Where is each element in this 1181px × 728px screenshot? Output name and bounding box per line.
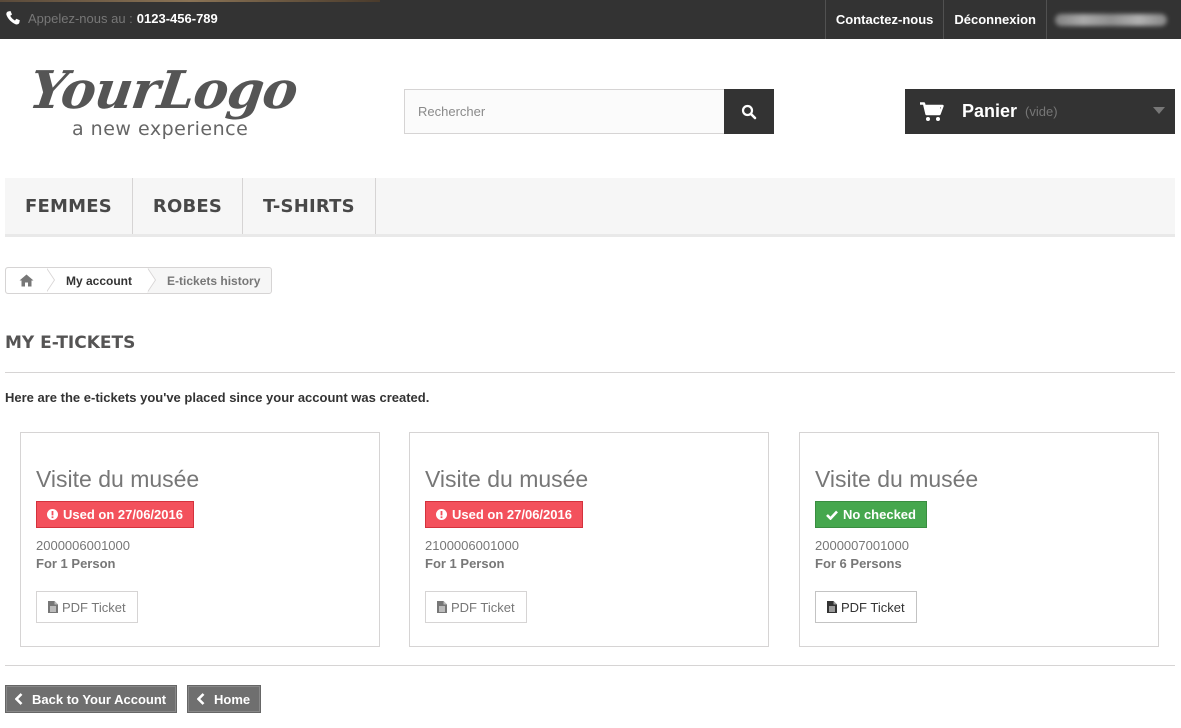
home-button[interactable]: Home <box>187 685 262 713</box>
cart-label: Panier <box>962 101 1018 121</box>
pdf-ticket-label: PDF Ticket <box>841 599 905 615</box>
logout-link[interactable]: Déconnexion <box>943 0 1046 39</box>
search-icon <box>741 104 757 119</box>
breadcrumb-current: E-tickets history <box>167 273 261 288</box>
check-icon <box>826 510 838 520</box>
phone-info: Appelez-nous au : 0123-456-789 <box>5 8 218 28</box>
search-input[interactable] <box>404 89 724 134</box>
status-badge: Used on 27/06/2016 <box>36 501 194 528</box>
status-badge: Used on 27/06/2016 <box>425 501 583 528</box>
contact-link[interactable]: Contactez-nous <box>824 0 944 39</box>
pdf-ticket-button[interactable]: PDF Ticket <box>36 591 138 623</box>
ticket-code: 2000007001000 <box>815 538 909 553</box>
chevron-left-icon <box>197 693 205 705</box>
home-label: Home <box>214 691 251 707</box>
divider <box>5 665 1175 666</box>
pdf-ticket-button[interactable]: PDF Ticket <box>425 591 527 623</box>
pdf-ticket-label: PDF Ticket <box>451 599 515 615</box>
status-badge: No checked <box>815 501 927 528</box>
breadcrumb-separator <box>147 268 156 292</box>
search-button[interactable] <box>724 89 774 134</box>
file-icon <box>437 601 447 613</box>
page-intro: Here are the e-tickets you've placed sin… <box>5 390 430 405</box>
top-bar: Appelez-nous au : 0123-456-789 Contactez… <box>0 0 1181 39</box>
status-text: No checked <box>843 507 916 522</box>
ticket-persons: For 1 Person <box>36 556 116 571</box>
breadcrumb: My account E-tickets history <box>5 267 273 294</box>
cart-button[interactable]: Panier (vide) <box>905 89 1175 134</box>
breadcrumb-account-label: My account <box>66 273 133 288</box>
menu-item-tshirts[interactable]: T-SHIRTS <box>243 178 376 234</box>
file-icon <box>48 601 58 613</box>
cart-status: (vide) <box>1025 104 1058 119</box>
ticket-persons: For 6 Persons <box>815 556 902 571</box>
chevron-left-icon <box>15 693 23 705</box>
alert-icon <box>47 509 58 520</box>
search-bar <box>404 89 774 134</box>
page-title: MY E-TICKETS <box>5 333 1175 373</box>
top-links: Contactez-nous Déconnexion <box>824 0 1181 39</box>
back-to-account-button[interactable]: Back to Your Account <box>5 685 178 713</box>
phone-number: 0123-456-789 <box>136 10 218 26</box>
site-logo[interactable]: YourLogo a new experience <box>26 60 320 146</box>
breadcrumb-home[interactable] <box>6 268 55 293</box>
back-to-account-label: Back to Your Account <box>32 691 167 707</box>
ticket-code: 2000006001000 <box>36 538 130 553</box>
user-account-link[interactable] <box>1046 0 1181 39</box>
logo-tagline: a new experience <box>72 118 249 140</box>
logo-main-text: YourLogo <box>25 60 302 121</box>
alert-icon <box>436 509 447 520</box>
pdf-ticket-label: PDF Ticket <box>62 599 126 615</box>
main-menu: FEMMES ROBES T-SHIRTS <box>5 178 1175 237</box>
home-icon <box>19 274 33 287</box>
ticket-title: Visite du musée <box>425 466 589 492</box>
phone-prefix: Appelez-nous au : <box>28 10 133 26</box>
menu-item-femmes[interactable]: FEMMES <box>5 178 133 234</box>
ticket-persons: For 1 Person <box>425 556 505 571</box>
cart-icon <box>920 101 944 121</box>
ticket-title: Visite du musée <box>36 466 200 492</box>
breadcrumb-separator <box>46 268 54 292</box>
file-icon <box>827 601 837 613</box>
blurred-username <box>1055 13 1167 26</box>
menu-item-robes[interactable]: ROBES <box>133 178 244 234</box>
top-decor-strip <box>0 0 380 2</box>
ticket-title: Visite du musée <box>815 466 979 492</box>
phone-icon <box>6 11 20 25</box>
ticket-code: 2100006001000 <box>425 538 519 553</box>
pdf-ticket-button[interactable]: PDF Ticket <box>815 591 917 623</box>
ticket-card: Visite du musée Used on 27/06/2016 20000… <box>20 432 380 647</box>
ticket-card: Visite du musée No checked 2000007001000… <box>799 432 1159 647</box>
breadcrumb-my-account[interactable]: My account <box>46 268 157 293</box>
status-text: Used on 27/06/2016 <box>63 507 183 522</box>
status-text: Used on 27/06/2016 <box>452 507 572 522</box>
chevron-down-icon <box>1153 107 1165 114</box>
ticket-card: Visite du musée Used on 27/06/2016 21000… <box>409 432 769 647</box>
